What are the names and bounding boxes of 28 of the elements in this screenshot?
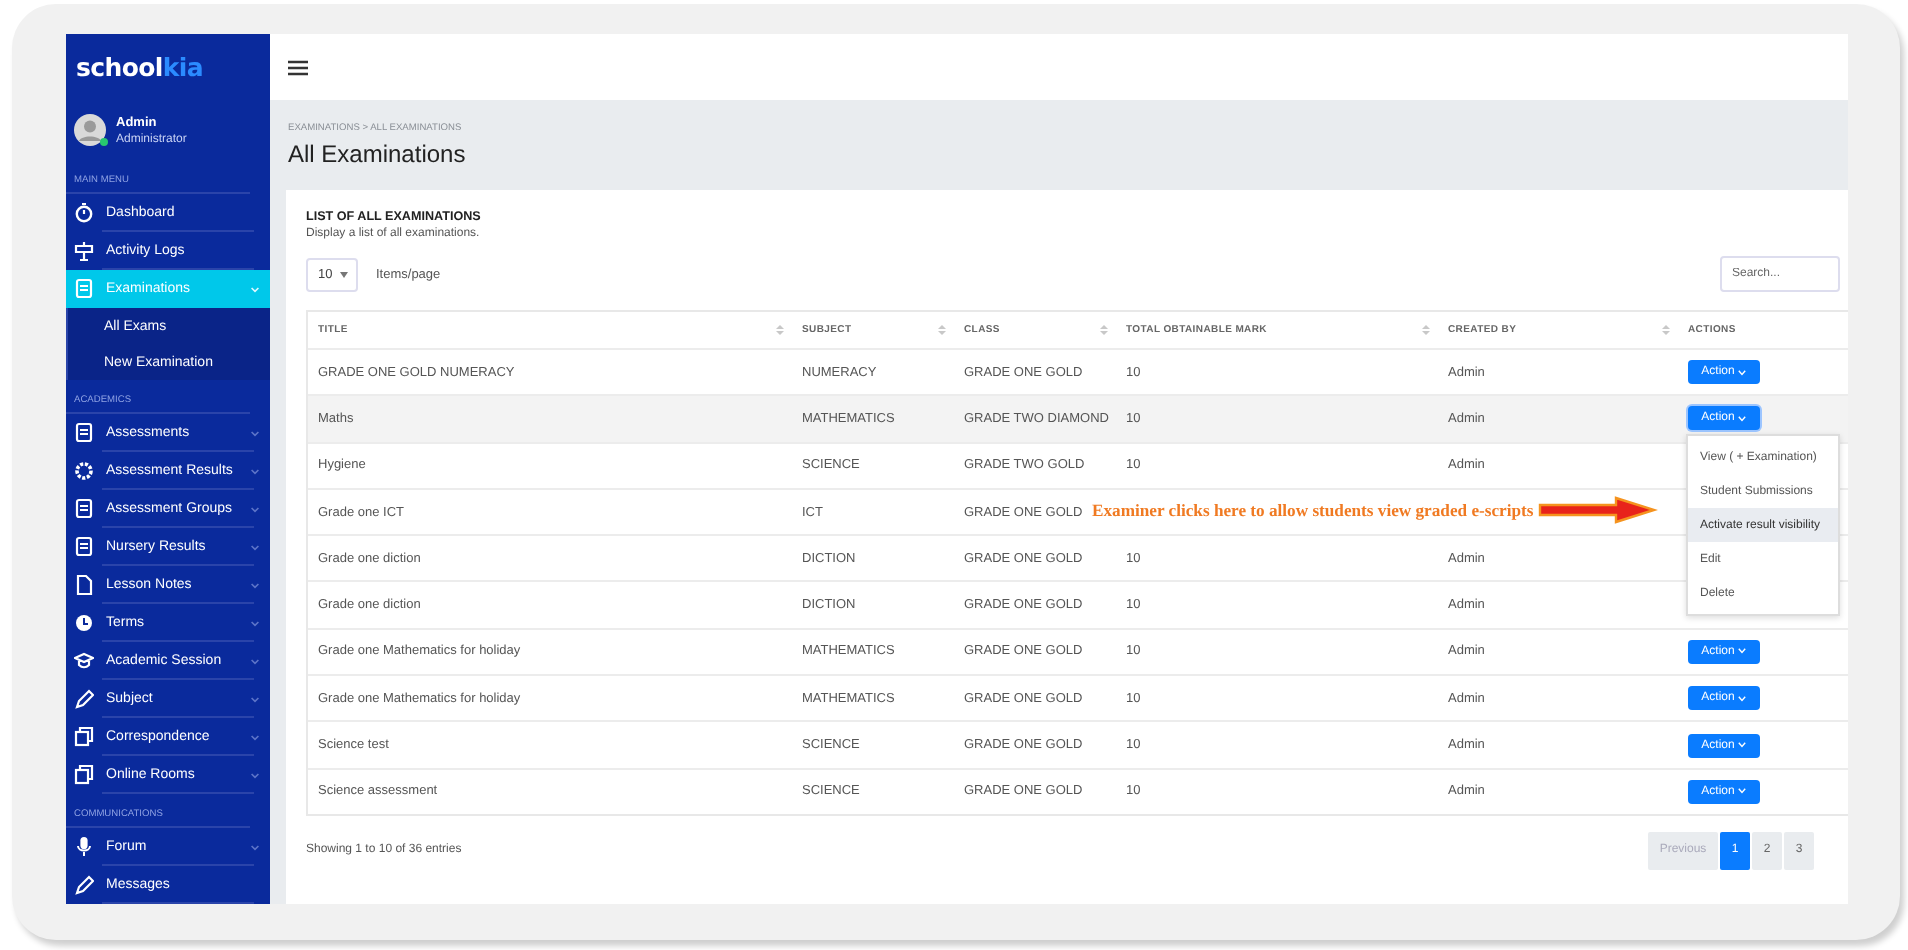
logo: schoolkia (74, 50, 206, 86)
menu-icon[interactable] (288, 59, 308, 75)
caret-icon (1738, 369, 1747, 376)
stopwatch-icon (74, 202, 94, 224)
microphone-icon (74, 836, 94, 858)
avatar-icon (74, 114, 106, 146)
copy-icon (74, 726, 94, 748)
caret-icon (1738, 788, 1747, 795)
pencil-icon (74, 688, 94, 710)
caret-icon (1738, 648, 1747, 655)
gear-icon (74, 460, 94, 482)
caret-icon (1738, 695, 1747, 702)
signpost-icon (74, 240, 94, 262)
caret-icon (1738, 742, 1747, 749)
file-icon (74, 574, 94, 596)
page-title: All Examinations (288, 140, 466, 168)
copy-icon (74, 764, 94, 786)
pencil-icon (74, 874, 94, 896)
annotation-text: Examiner clicks here to allow students view graded e-scripts (1092, 500, 1534, 520)
document-icon (74, 278, 94, 300)
arrow-icon (1537, 496, 1658, 524)
document-icon (74, 422, 94, 444)
clock-icon (74, 612, 94, 634)
graduation-cap-icon (74, 650, 94, 672)
caret-icon (1738, 415, 1747, 422)
document-icon (74, 498, 94, 520)
document-icon (74, 536, 94, 558)
caret-icon (340, 271, 349, 277)
